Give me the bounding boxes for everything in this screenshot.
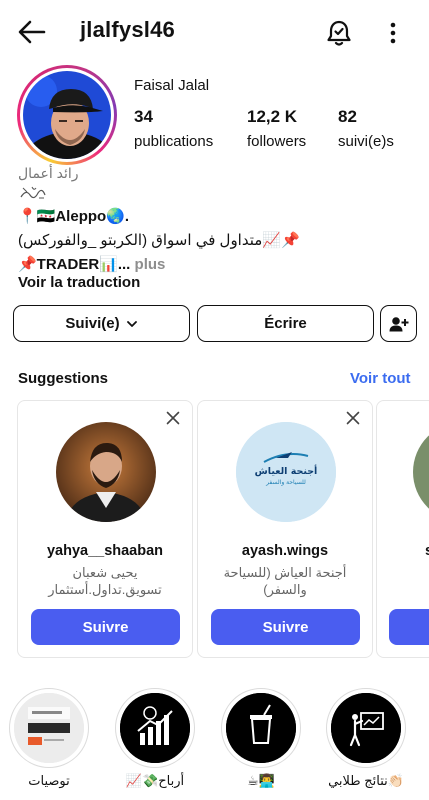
- stat-label: publications: [134, 133, 214, 150]
- presentation-icon: [331, 693, 401, 763]
- bio-more-link[interactable]: plus: [135, 256, 166, 273]
- more-vertical-icon[interactable]: [383, 20, 403, 46]
- avatar-photo: [23, 71, 111, 159]
- suggestion-card[interactable]: أجنحة العياش للسياحة والسفر ayash.wings …: [197, 400, 373, 658]
- following-button[interactable]: Suivi(e): [13, 305, 190, 342]
- suggestions-title: Suggestions: [18, 370, 109, 387]
- stat-value: 12,2 K: [247, 107, 298, 126]
- highlight-cover: [226, 693, 296, 763]
- suggestion-avatar[interactable]: أجنحة العياش للسياحة والسفر: [236, 422, 336, 522]
- highlight-item[interactable]: ☕👨‍💻: [221, 688, 301, 789]
- profit-chart-icon: [120, 693, 190, 763]
- bio-line: 📌TRADER📊... plus: [18, 255, 418, 273]
- profile-full-name: Faisal Jalal: [134, 77, 210, 94]
- ayash-wings-logo: أجنحة العياش للسياحة والسفر: [236, 422, 336, 522]
- following-label: Suivi(e): [65, 315, 120, 332]
- coffee-cup-icon: [226, 693, 296, 763]
- bio-category: رائد أعمال: [18, 165, 79, 181]
- chevron-down-icon: [126, 320, 137, 327]
- highlight-cover: [120, 693, 190, 763]
- highlight-item[interactable]: 📈💸أرباح: [115, 688, 195, 789]
- add-user-icon: [389, 316, 408, 331]
- suggestion-username: s: [377, 543, 429, 559]
- highlight-item[interactable]: نتائج طلابي👏🏻: [326, 688, 406, 789]
- stat-publications[interactable]: 34 publications: [134, 107, 213, 150]
- suggestion-avatar[interactable]: [413, 422, 429, 522]
- translate-link[interactable]: Voir la traduction: [18, 274, 418, 291]
- suggestion-avatar[interactable]: [56, 422, 156, 522]
- profile-avatar[interactable]: [17, 65, 117, 165]
- highlight-label: 📈💸أرباح: [125, 773, 185, 788]
- calligraphy-icon: [20, 186, 46, 199]
- follow-button[interactable]: Suivre: [211, 609, 360, 645]
- close-icon[interactable]: [166, 411, 180, 425]
- stat-followers[interactable]: 12,2 K followers: [247, 107, 306, 150]
- logo-text: أجنحة العياش: [255, 464, 318, 477]
- stat-label: suivi(e)s: [338, 133, 394, 150]
- suggestion-card[interactable]: s: [376, 400, 429, 658]
- logo-subtext: للسياحة والسفر: [265, 479, 306, 486]
- follow-button[interactable]: Suivre: [31, 609, 180, 645]
- stat-label: followers: [247, 133, 307, 150]
- add-user-button[interactable]: [380, 305, 417, 342]
- bio-location: 📍🇸🇾Aleppo🌏.: [18, 208, 130, 225]
- message-button[interactable]: Écrire: [197, 305, 374, 342]
- suggestion-username: yahya__shaaban: [46, 543, 164, 559]
- bio-line: 📌📈متداول في اسواق (الكربتو _والفوركس): [18, 232, 300, 249]
- highlight-cover: [14, 693, 84, 763]
- highlight-label: توصيات: [28, 773, 70, 788]
- profile-username: jlalfysl46: [80, 17, 175, 42]
- highlight-label: نتائج طلابي👏🏻: [328, 773, 404, 788]
- suggestion-subtitle: أجنحة العياش (للسياحة والسفر): [223, 565, 347, 597]
- see-all-link[interactable]: Voir tout: [350, 370, 411, 387]
- stat-value: 34: [134, 107, 153, 126]
- highlight-cover: [331, 693, 401, 763]
- bio-trader: 📌TRADER📊...: [18, 256, 131, 273]
- top-bar: jlalfysl46: [0, 0, 429, 62]
- bell-check-icon[interactable]: [326, 19, 352, 47]
- stat-value: 82: [338, 107, 357, 126]
- arrow-left-icon[interactable]: [16, 18, 48, 46]
- highlight-item[interactable]: توصيات: [9, 688, 89, 789]
- suggestion-subtitle: يحيى شعبان تسويق.تداول.أستثمار: [48, 565, 162, 597]
- follow-button[interactable]: [389, 609, 429, 645]
- suggestion-card[interactable]: yahya__shaaban يحيى شعبان تسويق.تداول.أس…: [17, 400, 193, 658]
- stat-following[interactable]: 82 suivi(e)s: [338, 107, 394, 150]
- suggestion-username: ayash.wings: [241, 543, 329, 559]
- highlight-label: ☕👨‍💻: [247, 773, 275, 788]
- close-icon[interactable]: [346, 411, 360, 425]
